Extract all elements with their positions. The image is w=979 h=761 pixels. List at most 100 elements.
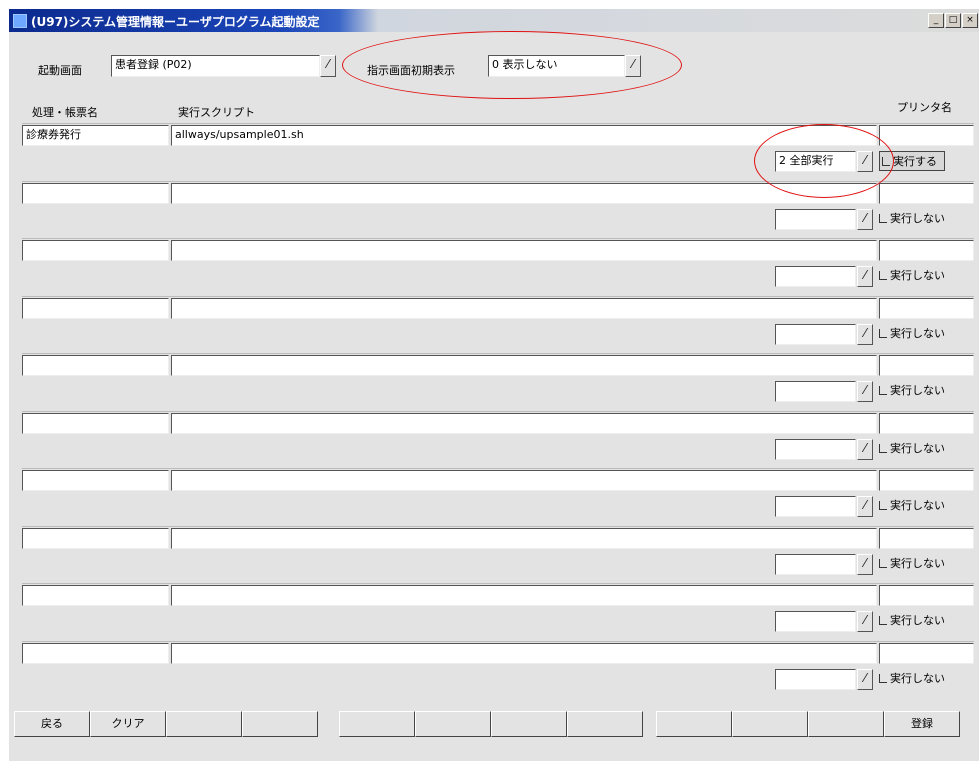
exec-toggle[interactable]: 実行しない (879, 554, 945, 574)
process-name-field[interactable] (22, 298, 169, 319)
process-name-field[interactable] (22, 528, 169, 549)
exec-mode-select[interactable]: 2 全部実行 (775, 151, 856, 172)
script-field[interactable] (171, 585, 877, 606)
exec-mode-dropdown-icon[interactable]: ⁄ (857, 439, 873, 460)
exec-mode-select[interactable] (775, 324, 856, 345)
row-separator (22, 238, 974, 239)
printer-field[interactable] (879, 355, 974, 376)
script-field[interactable] (171, 298, 877, 319)
checkbox-icon (879, 271, 887, 280)
process-name-field[interactable] (22, 585, 169, 606)
function-key-8[interactable] (567, 711, 643, 737)
printer-field[interactable] (879, 125, 974, 146)
exec-mode-dropdown-icon[interactable]: ⁄ (857, 554, 873, 575)
process-name-field[interactable] (22, 183, 169, 204)
function-key-9[interactable] (656, 711, 732, 737)
exec-mode-select[interactable] (775, 611, 856, 632)
exec-mode-dropdown-icon[interactable]: ⁄ (857, 151, 873, 172)
startup-screen-label: 起動画面 (38, 64, 82, 77)
printer-field[interactable] (879, 470, 974, 491)
script-field[interactable] (171, 470, 877, 491)
printer-field[interactable] (879, 298, 974, 319)
script-field[interactable] (171, 355, 877, 376)
function-key-4[interactable] (242, 711, 318, 737)
function-key-1[interactable]: 戻る (14, 711, 90, 737)
exec-toggle[interactable]: 実行しない (879, 324, 945, 344)
printer-field[interactable] (879, 643, 974, 664)
function-key-bar: 戻る クリア 登録 (14, 711, 960, 739)
printer-field[interactable] (879, 183, 974, 204)
script-field[interactable] (171, 643, 877, 664)
exec-toggle[interactable]: 実行しない (879, 496, 945, 516)
exec-mode-select[interactable] (775, 381, 856, 402)
exec-toggle[interactable]: 実行しない (879, 669, 945, 689)
row-separator (22, 641, 974, 642)
minimize-button[interactable]: _ (928, 13, 944, 28)
exec-toggle-label: 実行しない (890, 269, 945, 282)
checkbox-icon (882, 157, 890, 166)
exec-toggle-label: 実行しない (890, 499, 945, 512)
function-key-6[interactable] (415, 711, 491, 737)
startup-screen-select[interactable]: 患者登録 (P02) (111, 55, 320, 77)
exec-mode-select[interactable] (775, 209, 856, 230)
row-separator (22, 468, 974, 469)
startup-screen-dropdown-icon[interactable]: ⁄ (320, 55, 336, 77)
exec-mode-dropdown-icon[interactable]: ⁄ (857, 209, 873, 230)
checkbox-icon (879, 444, 887, 453)
initial-display-dropdown-icon[interactable]: ⁄ (625, 55, 641, 77)
script-field[interactable] (171, 528, 877, 549)
process-name-field[interactable] (22, 355, 169, 376)
process-name-field[interactable] (22, 643, 169, 664)
exec-mode-select[interactable] (775, 669, 856, 690)
function-key-2[interactable]: クリア (90, 711, 166, 737)
exec-toggle-label: 実行する (893, 155, 937, 168)
exec-mode-select[interactable] (775, 496, 856, 517)
function-key-5[interactable] (339, 711, 415, 737)
script-field[interactable] (171, 240, 877, 261)
exec-mode-dropdown-icon[interactable]: ⁄ (857, 381, 873, 402)
checkbox-icon (879, 329, 887, 338)
function-key-10[interactable] (732, 711, 808, 737)
exec-mode-dropdown-icon[interactable]: ⁄ (857, 266, 873, 287)
function-key-3[interactable] (166, 711, 242, 737)
exec-mode-select[interactable] (775, 266, 856, 287)
script-field[interactable] (171, 413, 877, 434)
exec-mode-dropdown-icon[interactable]: ⁄ (857, 611, 873, 632)
exec-toggle-label: 実行しない (890, 442, 945, 455)
exec-toggle[interactable]: 実行しない (879, 611, 945, 631)
exec-mode-dropdown-icon[interactable]: ⁄ (857, 324, 873, 345)
initial-display-select[interactable]: 0 表示しない (488, 55, 625, 77)
exec-toggle[interactable]: 実行しない (879, 439, 945, 459)
script-field[interactable]: allways/upsample01.sh (171, 125, 877, 146)
row-separator (22, 123, 974, 124)
exec-toggle[interactable]: 実行しない (879, 381, 945, 401)
exec-toggle[interactable]: 実行しない (879, 266, 945, 286)
col-header-name: 処理・帳票名 (32, 106, 98, 119)
checkbox-icon (879, 501, 887, 510)
process-name-field[interactable] (22, 240, 169, 261)
row-separator (22, 526, 974, 527)
exec-toggle[interactable]: 実行しない (879, 209, 945, 229)
printer-field[interactable] (879, 528, 974, 549)
exec-mode-select[interactable] (775, 554, 856, 575)
process-name-field[interactable] (22, 470, 169, 491)
function-key-7[interactable] (491, 711, 567, 737)
printer-field[interactable] (879, 413, 974, 434)
exec-toggle[interactable]: 実行する (879, 151, 945, 171)
checkbox-icon (879, 214, 887, 223)
col-header-printer: プリンタ名 (897, 101, 952, 114)
printer-field[interactable] (879, 585, 974, 606)
function-key-12[interactable]: 登録 (884, 711, 960, 737)
process-name-field[interactable]: 診療券発行 (22, 125, 169, 146)
exec-mode-select[interactable] (775, 439, 856, 460)
exec-mode-dropdown-icon[interactable]: ⁄ (857, 669, 873, 690)
exec-toggle-label: 実行しない (890, 672, 945, 685)
function-key-11[interactable] (808, 711, 884, 737)
printer-field[interactable] (879, 240, 974, 261)
close-button[interactable]: × (962, 13, 978, 28)
process-name-field[interactable] (22, 413, 169, 434)
maximize-button[interactable]: □ (945, 13, 961, 28)
col-header-script: 実行スクリプト (178, 106, 255, 119)
exec-mode-dropdown-icon[interactable]: ⁄ (857, 496, 873, 517)
script-field[interactable] (171, 183, 877, 204)
